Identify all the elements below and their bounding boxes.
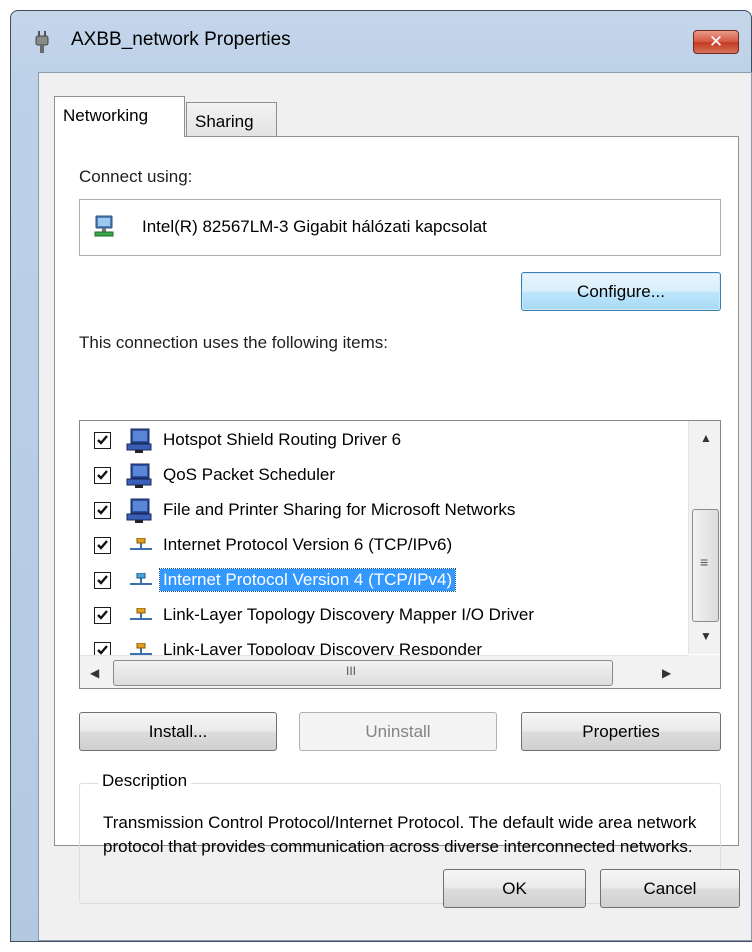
- list-item[interactable]: File and Printer Sharing for Microsoft N…: [80, 493, 680, 528]
- adapter-name: Intel(R) 82567LM-3 Gigabit hálózati kapc…: [142, 217, 487, 236]
- horizontal-scrollbar[interactable]: ◀ III ▶: [80, 655, 688, 688]
- item-label: Internet Protocol Version 4 (TCP/IPv4): [158, 568, 457, 592]
- vertical-scroll-thumb[interactable]: ≡: [692, 509, 719, 622]
- scroll-up-arrow[interactable]: ▲: [700, 431, 712, 445]
- checkbox[interactable]: [94, 537, 111, 554]
- checkbox[interactable]: [94, 572, 111, 589]
- title-bar[interactable]: AXBB_network Properties ✕: [11, 11, 751, 71]
- scroll-corner: [688, 655, 720, 688]
- adapter-box: Intel(R) 82567LM-3 Gigabit hálózati kapc…: [79, 199, 721, 256]
- vertical-scrollbar[interactable]: ▲ ≡ ▼: [688, 421, 720, 654]
- list-item[interactable]: Link-Layer Topology Discovery Mapper I/O…: [80, 598, 680, 633]
- scroll-left-arrow[interactable]: ◀: [90, 666, 99, 680]
- item-label: File and Printer Sharing for Microsoft N…: [163, 500, 516, 519]
- close-button[interactable]: ✕: [693, 30, 739, 54]
- protocol-icon: [130, 573, 152, 585]
- computer-network-icon: [126, 428, 152, 453]
- item-label: QoS Packet Scheduler: [163, 465, 335, 484]
- list-item[interactable]: QoS Packet Scheduler: [80, 458, 680, 493]
- scroll-down-arrow[interactable]: ▼: [700, 629, 712, 643]
- item-label: Hotspot Shield Routing Driver 6: [163, 430, 402, 449]
- horizontal-scroll-thumb[interactable]: III: [113, 660, 613, 686]
- checkbox[interactable]: [94, 432, 111, 449]
- connect-using-label: Connect using:: [79, 167, 193, 186]
- tab-sharing[interactable]: Sharing: [186, 102, 277, 137]
- ok-button[interactable]: OK: [443, 869, 586, 908]
- dialog-window: AXBB_network Properties ✕ Networking Sha…: [10, 10, 752, 942]
- checkbox[interactable]: [94, 607, 111, 624]
- items-list[interactable]: Hotspot Shield Routing Driver 6 QoS Pack…: [79, 420, 721, 689]
- description-text: Transmission Control Protocol/Internet P…: [103, 813, 697, 856]
- computer-network-icon: [126, 498, 152, 523]
- item-label: Link-Layer Topology Discovery Mapper I/O…: [163, 605, 534, 624]
- computer-network-icon: [126, 463, 152, 488]
- uninstall-button[interactable]: Uninstall: [299, 712, 497, 751]
- network-adapter-icon: [94, 215, 114, 237]
- cancel-button[interactable]: Cancel: [600, 869, 740, 908]
- configure-button[interactable]: Configure...: [521, 272, 721, 311]
- properties-button[interactable]: Properties: [521, 712, 721, 751]
- checkbox[interactable]: [94, 467, 111, 484]
- list-item[interactable]: Internet Protocol Version 6 (TCP/IPv6): [80, 528, 680, 563]
- client-area: Networking Sharing Connect using: Intel(…: [38, 72, 752, 941]
- network-plug-icon: [35, 31, 49, 53]
- tab-networking[interactable]: Networking: [54, 96, 185, 137]
- scroll-grip-icon: ≡: [700, 554, 709, 570]
- window-title: AXBB_network Properties: [71, 29, 291, 50]
- list-item[interactable]: Hotspot Shield Routing Driver 6: [80, 423, 680, 458]
- items-label: This connection uses the following items…: [79, 333, 388, 352]
- checkbox[interactable]: [94, 502, 111, 519]
- protocol-icon: [130, 538, 152, 550]
- item-label: Internet Protocol Version 6 (TCP/IPv6): [163, 535, 453, 554]
- protocol-icon: [130, 608, 152, 620]
- scroll-right-arrow[interactable]: ▶: [662, 666, 671, 680]
- scroll-grip-icon: III: [346, 664, 357, 678]
- networking-panel: Connect using: Intel(R) 82567LM-3 Gigabi…: [54, 136, 739, 904]
- description-legend: Description: [98, 771, 192, 791]
- install-button[interactable]: Install...: [79, 712, 277, 751]
- list-item[interactable]: Internet Protocol Version 4 (TCP/IPv4): [80, 563, 680, 598]
